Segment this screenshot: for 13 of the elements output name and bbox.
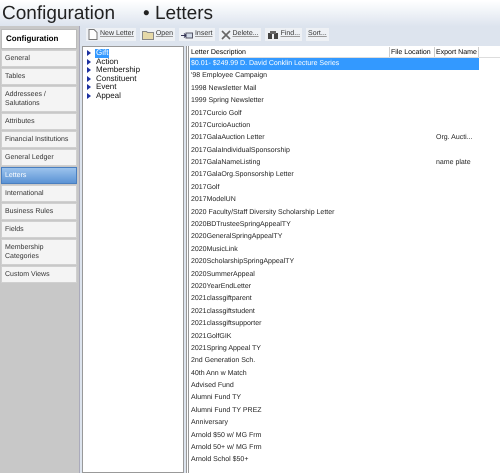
delete-icon (220, 30, 230, 40)
tree-item[interactable]: Membership (95, 66, 142, 74)
sidebar-title: Configuration (1, 29, 77, 49)
folder-icon (142, 30, 154, 40)
tree-item[interactable]: Action (95, 58, 120, 66)
document-icon (88, 29, 98, 40)
tree-item[interactable]: Event (95, 83, 118, 92)
tree-item[interactable]: Appeal (95, 92, 122, 100)
insert-icon (180, 30, 193, 40)
tree-item[interactable]: Constituent (95, 74, 138, 83)
binoculars-icon (266, 30, 279, 40)
page-title: Configuration (2, 2, 116, 26)
section-title: • Letters (143, 2, 214, 26)
